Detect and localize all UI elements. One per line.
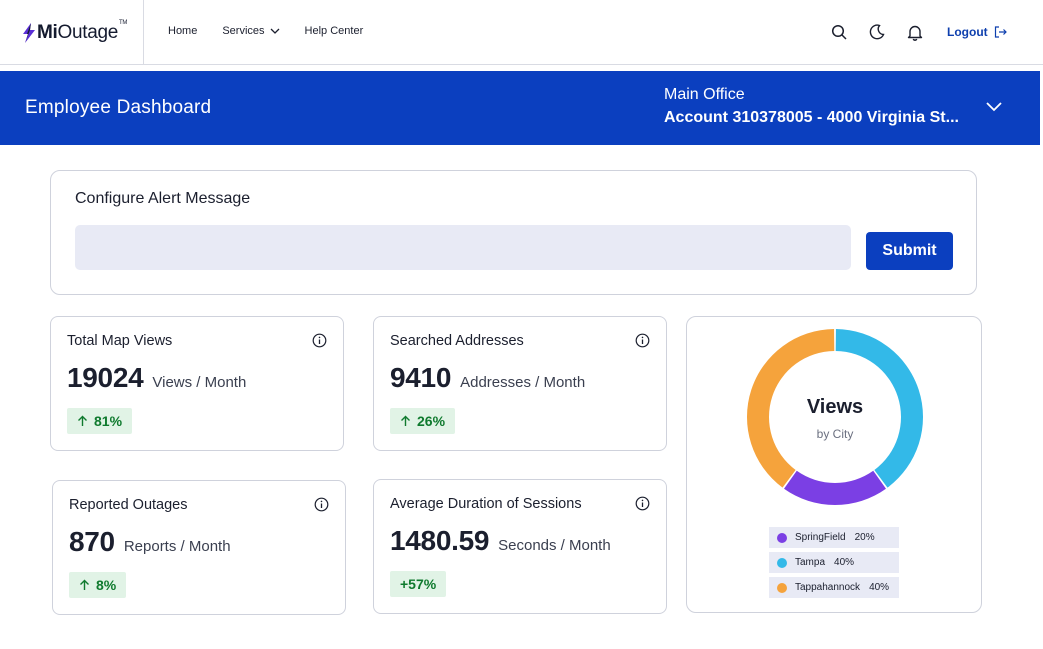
stat-unit: Addresses / Month <box>460 374 586 391</box>
miOutage-logo[interactable]: MiOutageTM <box>22 20 127 46</box>
legend-item-tampa: Tampa 40% <box>769 552 899 573</box>
alert-message-input[interactable] <box>75 225 851 270</box>
stat-value: 9410 <box>390 362 452 393</box>
moon-icon[interactable] <box>868 23 886 41</box>
stat-value-row: 870 Reports / Month <box>69 526 231 558</box>
legend-percent: 40% <box>834 557 855 568</box>
logout-button[interactable]: Logout <box>947 25 1007 39</box>
nav-icon-group <box>830 23 944 41</box>
legend-percent: 20% <box>854 532 875 543</box>
info-icon[interactable] <box>312 333 327 348</box>
stat-unit: Seconds / Month <box>498 537 611 554</box>
top-navigation: MiOutageTM Home Services Help Center Log… <box>0 0 1043 65</box>
account-selector[interactable]: Account 310378005 - 4000 Virginia St... <box>664 109 982 127</box>
info-icon[interactable] <box>635 333 650 348</box>
donut-subtitle: by City <box>816 427 854 441</box>
info-icon[interactable] <box>635 496 650 511</box>
configure-alert-card: Configure Alert Message Submit <box>50 170 977 295</box>
info-icon[interactable] <box>314 497 329 512</box>
page-title: Employee Dashboard <box>25 97 212 118</box>
stat-title: Searched Addresses <box>390 333 524 349</box>
trend-badge: 8% <box>69 572 127 598</box>
stat-card-searched-addresses: Searched Addresses 9410 Addresses / Mont… <box>373 316 667 451</box>
logo-mark-icon <box>23 23 35 43</box>
legend-label: Tampa <box>795 557 826 568</box>
stat-title: Reported Outages <box>69 497 188 513</box>
nav-link-home[interactable]: Home <box>168 25 197 37</box>
chevron-down-icon <box>270 28 279 34</box>
stat-card-reported-outages: Reported Outages 870 Reports / Month 8% <box>52 480 346 615</box>
legend-item-tappahannock: Tappahannock 40% <box>769 577 899 598</box>
legend-item-springfield: SpringField 20% <box>769 527 899 548</box>
legend-dot <box>777 557 787 568</box>
arrow-up-icon <box>401 415 410 426</box>
stat-value-row: 19024 Views / Month <box>67 362 246 394</box>
trend-badge: +57% <box>390 571 447 597</box>
donut-legend: SpringField 20% Tampa 40% Tappahannock 4… <box>769 527 899 602</box>
dashboard-banner: Employee Dashboard Main Office Account 3… <box>0 71 1040 145</box>
legend-percent: 40% <box>869 582 890 593</box>
legend-label: Tappahannock <box>795 582 861 593</box>
legend-dot <box>777 582 787 593</box>
donut-slice-springfield[interactable] <box>784 470 886 505</box>
submit-button[interactable]: Submit <box>866 232 953 270</box>
stat-value: 870 <box>69 526 115 557</box>
search-icon[interactable] <box>830 23 848 41</box>
stat-value-row: 9410 Addresses / Month <box>390 362 585 394</box>
stat-title: Average Duration of Sessions <box>390 496 582 512</box>
legend-dot <box>777 532 787 543</box>
stat-card-total-map-views: Total Map Views 19024 Views / Month 81% <box>50 316 344 451</box>
stat-value-row: 1480.59 Seconds / Month <box>390 525 611 557</box>
legend-label: SpringField <box>795 532 846 543</box>
stat-card-average-duration: Average Duration of Sessions 1480.59 Sec… <box>373 479 667 614</box>
stat-title: Total Map Views <box>67 333 173 349</box>
trend-badge: 81% <box>67 408 133 434</box>
arrow-up-icon <box>80 579 89 590</box>
bell-icon[interactable] <box>906 23 924 41</box>
stat-unit: Reports / Month <box>123 538 231 555</box>
nav-divider <box>143 0 144 65</box>
stat-value: 1480.59 <box>390 525 490 556</box>
alert-card-title: Configure Alert Message <box>75 190 251 207</box>
nav-link-services[interactable]: Services <box>222 25 279 37</box>
logout-icon <box>994 26 1007 38</box>
donut-title: Views <box>806 396 864 418</box>
office-name: Main Office <box>664 86 745 103</box>
nav-link-help-center[interactable]: Help Center <box>305 25 364 37</box>
logo-text: MiOutageTM <box>37 20 128 43</box>
arrow-up-icon <box>78 415 87 426</box>
nav-links: Home Services Help Center <box>168 25 388 37</box>
chevron-down-icon[interactable] <box>985 98 1003 116</box>
stat-value: 19024 <box>67 362 144 393</box>
stat-unit: Views / Month <box>152 374 247 391</box>
views-by-city-card: Views by City SpringField 20% Tampa 40% … <box>686 316 982 613</box>
trend-badge: 26% <box>390 408 456 434</box>
